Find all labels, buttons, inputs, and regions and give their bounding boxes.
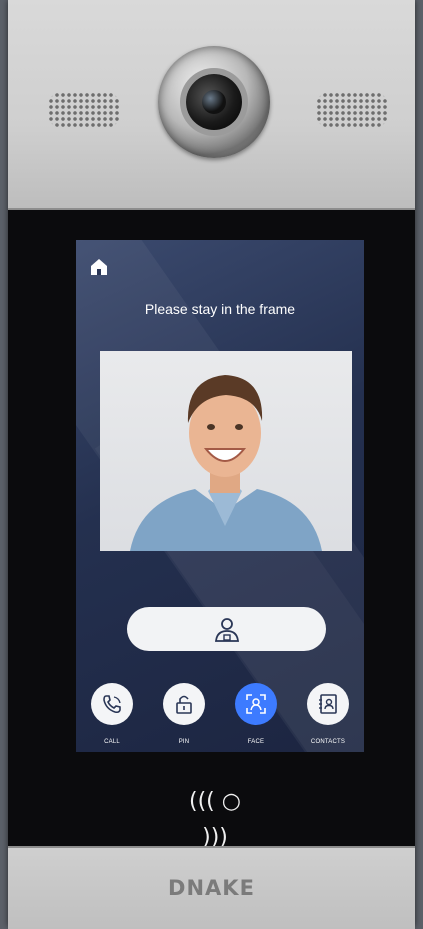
contacts-icon (319, 694, 337, 714)
touch-screen: Please stay in the frame CALL PIN FACE C… (76, 240, 364, 752)
brand-logo: DNAKE (168, 876, 255, 900)
camera-lens-housing (186, 74, 242, 130)
nav-face[interactable]: FACE (220, 683, 292, 745)
nav-pin[interactable]: PIN (148, 683, 220, 745)
contacts-button[interactable] (307, 683, 349, 725)
face-scan-icon (246, 694, 266, 714)
nav-face-label: FACE (247, 739, 265, 745)
bottom-metal-panel: DNAKE (8, 846, 415, 929)
home-icon[interactable] (90, 258, 108, 276)
phone-icon (103, 695, 121, 714)
pin-button[interactable] (163, 683, 205, 725)
nav-pin-label: PIN (178, 739, 190, 745)
nav-contacts[interactable]: CONTACTS (292, 683, 364, 745)
nav-call[interactable]: CALL (76, 683, 148, 745)
camera (158, 46, 270, 158)
face-button[interactable] (235, 683, 277, 725)
lock-icon (176, 695, 192, 714)
call-button[interactable] (91, 683, 133, 725)
nfc-card-reader[interactable]: ((( ○ ))) (176, 784, 254, 850)
intercom-device: Please stay in the frame CALL PIN FACE C… (8, 0, 415, 929)
nav-call-label: CALL (104, 739, 120, 745)
camera-lens (202, 90, 226, 114)
person-photo (130, 375, 322, 551)
speaker-grille-right (316, 92, 388, 128)
speaker-grille-left (48, 92, 120, 128)
frame-instruction: Please stay in the frame (144, 301, 296, 317)
face-recognition-status[interactable] (127, 607, 326, 651)
nav-contacts-label: CONTACTS (310, 739, 346, 745)
face-capture-preview (100, 351, 352, 551)
user-icon (215, 618, 239, 642)
top-metal-panel (8, 0, 415, 210)
bottom-navigation: CALL PIN FACE CONTACTS (76, 683, 364, 747)
